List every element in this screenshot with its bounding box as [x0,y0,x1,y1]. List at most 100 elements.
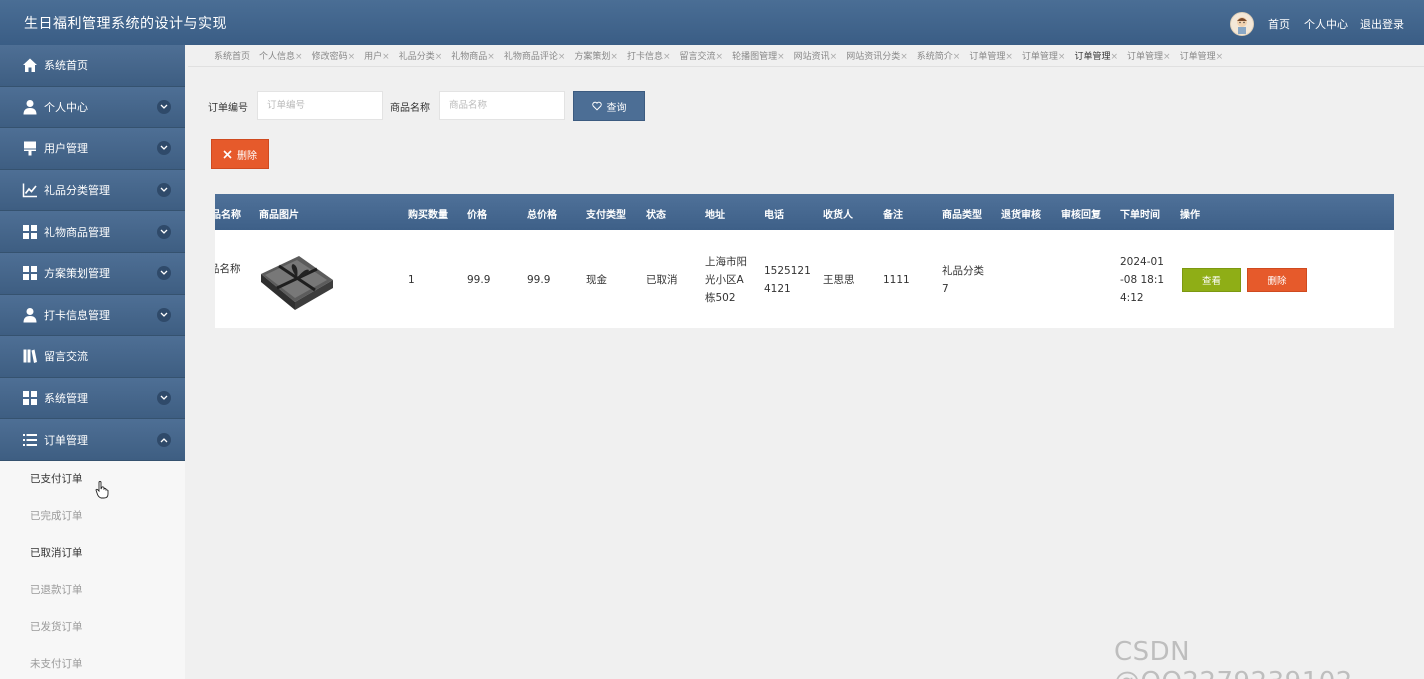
sidebar-item[interactable]: 订单管理 [0,419,185,461]
sidebar-item[interactable]: 个人中心 [0,86,185,129]
submenu-item[interactable]: 未支付订单 [0,646,185,679]
tab-close-icon[interactable]: × [435,52,443,62]
tab[interactable]: 修改密码× [312,49,356,62]
time-line: -08 18:1 [1120,274,1165,286]
column-header: 操作 [1180,210,1200,221]
submenu-item[interactable]: 已取消订单 [0,535,185,572]
tab-close-icon[interactable]: × [716,52,724,62]
tab[interactable]: 方案策划× [574,49,618,62]
tab-label: 订单管理 [969,52,1006,62]
tab-close-icon[interactable]: × [830,52,838,62]
tab-close-icon[interactable]: × [610,52,618,62]
order-no-input[interactable]: 订单编号 [257,91,383,120]
tab-close-icon[interactable]: × [487,52,495,62]
tab[interactable]: 订单管理× [1180,49,1224,62]
chevron-up-icon[interactable] [157,432,171,447]
table-header: 品名称 商品图片 购买数量 价格 总价格 支付类型 状态 地址 电话 收货人 备注 商品类型 退货审核 审… [215,194,1394,230]
row-delete-button[interactable]: 删除 [1247,268,1307,292]
tab[interactable]: 系统简介× [917,49,961,62]
tab[interactable]: 订单管理× [1022,49,1066,62]
tab-close-icon[interactable]: × [777,52,785,62]
tab-close-icon[interactable]: × [1163,52,1171,62]
chevron-down-icon[interactable] [157,99,171,114]
column-header: 状态 [646,210,666,221]
tab-label: 网站资讯 [793,52,830,62]
home-icon [21,57,38,74]
tab[interactable]: 订单管理× [1127,49,1171,62]
sidebar-item-label: 打卡信息管理 [44,308,110,322]
tab-close-icon[interactable]: × [558,52,566,62]
chevron-down-icon[interactable] [157,141,171,156]
cell-pay-type: 现金 [586,274,607,286]
tab[interactable]: 轮播图管理× [732,49,785,62]
product-name-input[interactable]: 商品名称 [439,91,565,120]
nav-home-link[interactable]: 首页 [1268,16,1290,32]
orders-table: 品名称 商品图片 购买数量 价格 总价格 支付类型 状态 地址 电话 收货人 备注 商品类型 退货审核 审… [215,194,1394,328]
batch-delete-button[interactable]: 删除 [211,139,269,169]
tab[interactable]: 用户× [364,49,390,62]
nav-profile-link[interactable]: 个人中心 [1304,16,1348,32]
tab[interactable]: 留言交流× [680,49,724,62]
tab[interactable]: 系统首页 [214,49,250,62]
chevron-down-icon[interactable] [157,307,171,322]
column-header: 品名称 [215,210,241,221]
tab[interactable]: 订单管理× [1074,49,1118,62]
cell-price: 99.9 [467,274,491,286]
close-icon [223,149,232,159]
nav-logout-link[interactable]: 退出登录 [1360,16,1404,32]
tab-close-icon[interactable]: × [295,52,303,62]
query-button[interactable]: 查询 [573,91,645,121]
tab-close-icon[interactable]: × [953,52,961,62]
cell-receiver: 王思思 [823,274,855,286]
sidebar-item[interactable]: 方案策划管理 [0,252,185,295]
avatar[interactable] [1230,12,1254,36]
gift-box-image [261,256,333,310]
chevron-down-icon[interactable] [157,266,171,281]
sidebar-item-label: 留言交流 [44,350,88,364]
sidebar-item[interactable]: 礼品分类管理 [0,169,185,212]
sidebar-item[interactable]: 留言交流 [0,336,185,378]
column-header: 退货审核 [1001,210,1041,221]
sidebar-item[interactable]: 用户管理 [0,128,185,170]
chevron-down-icon[interactable] [157,391,171,406]
address-line: 上海市阳 [705,256,747,268]
tab-label: 留言交流 [679,52,716,62]
tab-close-icon[interactable]: × [1216,52,1224,62]
cell-remark: 1111 [883,274,910,286]
tab[interactable]: 打卡信息× [627,49,671,62]
top-header: 生日福利管理系统的设计与实现 首页 个人中心 退出登录 [0,0,1424,45]
order-no-label: 订单编号 [208,103,248,114]
sidebar-item[interactable]: 系统首页 [0,45,185,87]
sidebar-item[interactable]: 礼物商品管理 [0,211,185,253]
tab-label: 礼品分类 [398,52,435,62]
hand-cursor-icon [95,481,109,499]
tab-close-icon[interactable]: × [348,52,356,62]
tab-close-icon[interactable]: × [663,52,671,62]
tab-close-icon[interactable]: × [1110,52,1118,62]
tab[interactable]: 网站资讯分类× [846,49,908,62]
tab[interactable]: 礼物商品× [451,49,495,62]
tab-close-icon[interactable]: × [382,52,390,62]
sidebar-item[interactable]: 系统管理 [0,377,185,420]
submenu-item[interactable]: 已完成订单 [0,498,185,535]
chevron-down-icon[interactable] [157,183,171,198]
tab-close-icon[interactable]: × [900,52,908,62]
view-button[interactable]: 查看 [1182,268,1241,292]
submenu-item[interactable]: 已支付订单 [0,461,185,498]
column-header: 地址 [705,210,725,221]
tab[interactable]: 网站资讯× [794,49,838,62]
tab-close-icon[interactable]: × [1005,52,1013,62]
sidebar-item[interactable]: 打卡信息管理 [0,294,185,337]
phone-line: 1525121 [764,265,811,277]
column-header: 备注 [883,210,903,221]
chevron-down-icon[interactable] [157,224,171,239]
column-header: 商品图片 [259,210,299,221]
tab-label: 系统简介 [916,52,953,62]
tab[interactable]: 礼品分类× [399,49,443,62]
submenu-item[interactable]: 已发货订单 [0,609,185,646]
submenu-item[interactable]: 已退款订单 [0,572,185,609]
tab-close-icon[interactable]: × [1058,52,1066,62]
tab[interactable]: 个人信息× [259,49,303,62]
tab[interactable]: 礼物商品评论× [504,49,566,62]
tab[interactable]: 订单管理× [969,49,1013,62]
